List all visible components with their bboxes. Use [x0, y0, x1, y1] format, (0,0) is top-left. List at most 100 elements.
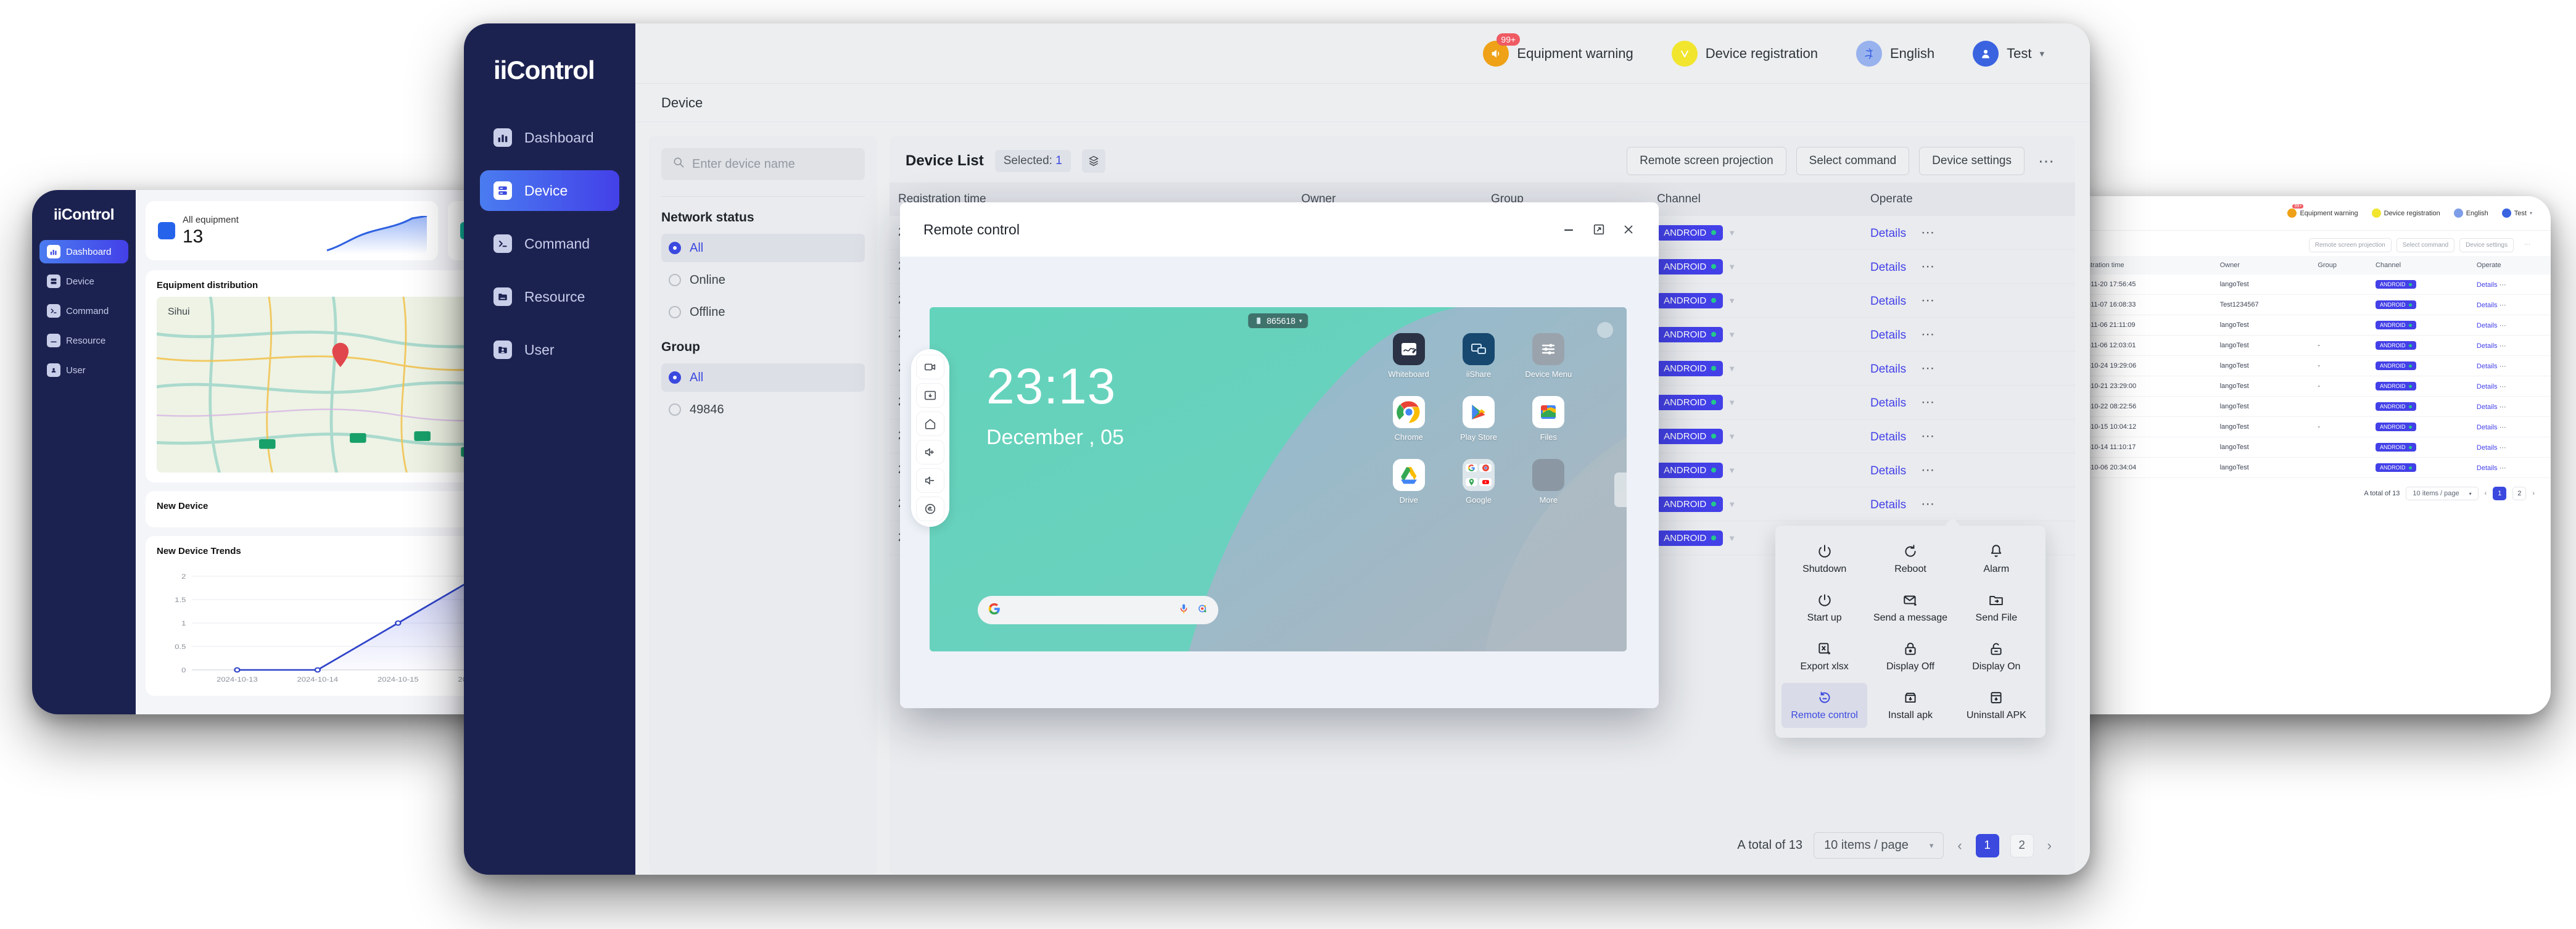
- device-registration-button[interactable]: Device registration: [2371, 209, 2440, 218]
- app-files[interactable]: Files: [1514, 396, 1583, 442]
- menu-item-install-apk[interactable]: Install apk: [1867, 683, 1953, 728]
- filter-group-all[interactable]: All: [661, 363, 865, 392]
- sidebar-item-resource[interactable]: Resource: [480, 276, 619, 317]
- caret-down-icon[interactable]: ▼: [1728, 330, 1736, 339]
- filter-group-49846[interactable]: 49846: [661, 395, 865, 424]
- microphone-icon[interactable]: [1178, 603, 1190, 618]
- prev-page-icon[interactable]: ‹: [1955, 838, 1964, 854]
- video-record-icon[interactable]: [916, 355, 944, 379]
- caret-down-icon[interactable]: ▼: [1728, 534, 1736, 543]
- filter-network-offline[interactable]: Offline: [661, 298, 865, 326]
- row-more-icon[interactable]: ⋯: [2500, 322, 2506, 329]
- device-settings-button[interactable]: Device settings: [2459, 238, 2514, 252]
- row-more-icon[interactable]: ⋯: [2500, 424, 2506, 431]
- row-more-icon[interactable]: ⋯: [1917, 258, 1939, 274]
- details-link[interactable]: Details: [2477, 363, 2498, 370]
- details-link[interactable]: Details: [2477, 322, 2498, 329]
- menu-item-display-off[interactable]: Display Off: [1867, 634, 1953, 679]
- ellipsis-icon[interactable]: ⋯: [2034, 152, 2059, 171]
- device-id-badge[interactable]: 865618 ▾: [1248, 313, 1308, 328]
- details-link[interactable]: Details: [2477, 342, 2498, 350]
- screen-side-handle[interactable]: [1614, 473, 1627, 507]
- menu-item-alarm[interactable]: Alarm: [1954, 537, 2039, 582]
- app-chrome[interactable]: Chrome: [1374, 396, 1443, 442]
- row-more-icon[interactable]: ⋯: [1917, 360, 1939, 376]
- details-link[interactable]: Details: [1870, 227, 1906, 240]
- caret-down-icon[interactable]: ▼: [1728, 398, 1736, 407]
- row-more-icon[interactable]: ⋯: [1917, 292, 1939, 308]
- table-row[interactable]: 2024-10-14 11:10:17 langoTest ANDROID Detai…: [2068, 437, 2551, 458]
- table-row[interactable]: 2024-11-20 17:56:45 langoTest ANDROID Detai…: [2068, 275, 2551, 295]
- google-lens-icon[interactable]: [1196, 603, 1208, 618]
- caret-down-icon[interactable]: ▼: [1728, 466, 1736, 475]
- stack-icon[interactable]: [1081, 149, 1105, 173]
- next-page-icon[interactable]: ›: [2045, 838, 2054, 854]
- menu-item-shutdown[interactable]: Shutdown: [1781, 537, 1867, 582]
- left-sidebar-item-dashboard[interactable]: Dashboard: [39, 240, 128, 263]
- col-registration-time[interactable]: Registration time: [2068, 256, 2215, 275]
- select-command-button[interactable]: Select command: [1796, 147, 1910, 175]
- table-row[interactable]: 2024-10-15 10:04:12 langoTest - ANDROID Deta…: [2068, 416, 2551, 437]
- table-row[interactable]: 2024-11-06 12:03:01 langoTest - ANDROID Deta…: [2068, 335, 2551, 356]
- details-link[interactable]: Details: [2477, 281, 2498, 289]
- app-more[interactable]: More: [1514, 459, 1583, 505]
- row-more-icon[interactable]: ⋯: [1917, 326, 1939, 342]
- row-more-icon[interactable]: ⋯: [2500, 444, 2506, 452]
- menu-item-display-on[interactable]: Display On: [1954, 634, 2039, 679]
- app-drive[interactable]: Drive: [1374, 459, 1443, 505]
- caret-down-icon[interactable]: ▼: [1728, 500, 1736, 509]
- minimize-icon[interactable]: [1561, 222, 1576, 237]
- row-more-icon[interactable]: ⋯: [2500, 342, 2506, 350]
- app-play-store[interactable]: Play Store: [1443, 396, 1513, 442]
- details-link[interactable]: Details: [2477, 302, 2498, 309]
- details-link[interactable]: Details: [1870, 295, 1906, 308]
- filter-network-online[interactable]: Online: [661, 266, 865, 294]
- table-row[interactable]: 2024-11-07 16:08:33 Test1234567 ANDROID Det…: [2068, 294, 2551, 315]
- menu-item-reboot[interactable]: Reboot: [1867, 537, 1953, 582]
- app-whiteboard[interactable]: Whiteboard: [1374, 333, 1443, 379]
- caret-down-icon[interactable]: ▼: [1728, 364, 1736, 373]
- caret-down-icon[interactable]: ▼: [1728, 296, 1736, 305]
- page-1-button[interactable]: 1: [2493, 487, 2507, 500]
- table-row[interactable]: 2024-10-06 20:34:04 langoTest ANDROID Detai…: [2068, 457, 2551, 478]
- details-link[interactable]: Details: [2477, 444, 2498, 452]
- table-row[interactable]: 2024-11-06 21:11:09 langoTest ANDROID Detai…: [2068, 315, 2551, 336]
- remote-screen-projection-button[interactable]: Remote screen projection: [1627, 147, 1786, 175]
- details-link[interactable]: Details: [1870, 431, 1906, 444]
- details-link[interactable]: Details: [1870, 363, 1906, 376]
- screenshot-icon[interactable]: [916, 383, 944, 408]
- table-row[interactable]: 2024-10-24 19:29:06 langoTest - ANDROID Deta…: [2068, 355, 2551, 376]
- user-menu[interactable]: Test ▾: [1973, 40, 2044, 67]
- row-more-icon[interactable]: ⋯: [2500, 302, 2506, 309]
- left-sidebar-item-resource[interactable]: Resource: [39, 329, 128, 352]
- home-icon[interactable]: [916, 411, 944, 436]
- volume-down-icon[interactable]: [916, 468, 944, 493]
- row-more-icon[interactable]: ⋯: [2500, 363, 2506, 370]
- row-more-icon[interactable]: ⋯: [2500, 403, 2506, 411]
- app-google-folder[interactable]: Google: [1443, 459, 1513, 505]
- select-command-button[interactable]: Select command: [2396, 238, 2455, 252]
- row-more-icon[interactable]: ⋯: [1917, 496, 1939, 511]
- details-link[interactable]: Details: [2477, 383, 2498, 390]
- row-more-icon[interactable]: ⋯: [2500, 281, 2506, 289]
- page-size-select[interactable]: 10 items / page ▾: [2406, 487, 2479, 500]
- table-row[interactable]: 2024-10-22 08:22:56 langoTest ANDROID Detai…: [2068, 396, 2551, 417]
- close-icon[interactable]: [1622, 223, 1635, 236]
- caret-down-icon[interactable]: ▼: [1728, 228, 1736, 237]
- sidebar-item-dashboard[interactable]: Dashboard: [480, 117, 619, 158]
- next-page-icon[interactable]: ›: [2532, 490, 2535, 497]
- remote-screen-projection-button[interactable]: Remote screen projection: [2308, 238, 2392, 252]
- menu-item-remote-control[interactable]: Remote control: [1781, 683, 1868, 728]
- expand-icon[interactable]: [1592, 223, 1606, 236]
- row-more-icon[interactable]: ⋯: [1917, 462, 1939, 477]
- table-row[interactable]: 2024-10-21 23:29:00 langoTest - ANDROID Deta…: [2068, 376, 2551, 397]
- filter-network-all[interactable]: All: [661, 234, 865, 262]
- details-link[interactable]: Details: [1870, 464, 1906, 477]
- details-link[interactable]: Details: [2477, 403, 2498, 411]
- page-size-select[interactable]: 10 items / page ▾: [1814, 832, 1944, 859]
- volume-up-icon[interactable]: [916, 440, 944, 464]
- page-2-button[interactable]: 2: [2010, 833, 2034, 857]
- row-more-icon[interactable]: ⋯: [1917, 428, 1939, 444]
- menu-item-send-file[interactable]: Send File: [1954, 585, 2039, 630]
- equipment-warning-button[interactable]: 99+ Equipment warning: [1483, 33, 1633, 67]
